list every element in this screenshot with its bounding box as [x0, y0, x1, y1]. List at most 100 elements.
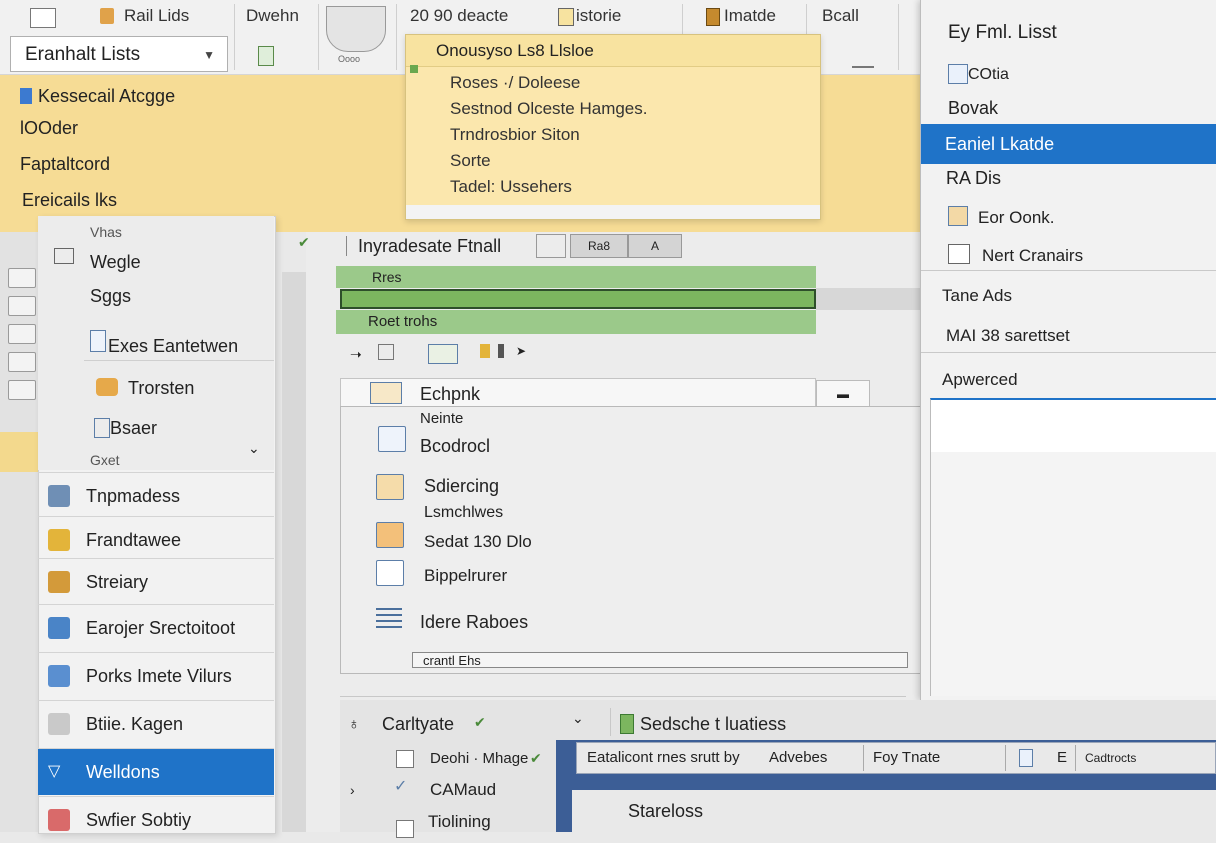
checkbox[interactable] — [396, 820, 414, 838]
list-type-combo-value: Eranhalt Lists — [25, 44, 141, 65]
tool-button-a[interactable]: Ra8 — [570, 234, 628, 258]
ribbon-link-folder[interactable]: lOOder — [20, 118, 78, 139]
right-item[interactable]: RA Dis — [946, 168, 1001, 189]
ribbon-link-kessecail[interactable]: Kessecail Atcgge — [38, 86, 175, 107]
table-icon[interactable] — [30, 8, 56, 28]
dropdown-item[interactable]: Trndrosbior Siton — [450, 125, 580, 145]
ribbon-item-rail-lids[interactable]: Rail Lids — [124, 6, 189, 26]
right-item-selected[interactable]: Eaniel Lkatde — [921, 124, 1216, 164]
ribbon-item-deacte[interactable]: 20 90 deacte — [410, 6, 508, 26]
column-right-label: Sedsche t luatiess — [640, 714, 787, 734]
nav-row[interactable]: Frandtawee — [38, 516, 274, 563]
ribbon-item-bcall[interactable]: Bcall — [822, 6, 859, 26]
right-item[interactable]: COtia — [968, 66, 1009, 84]
nav-item[interactable]: Sggs — [90, 286, 131, 307]
dialog-tab[interactable]: Eatalicont rnes srutt by — [587, 743, 740, 773]
ribbon-item-imatde[interactable]: Imatde — [724, 6, 776, 26]
document-icon[interactable] — [1019, 749, 1033, 767]
template-icon — [48, 485, 70, 507]
list-item[interactable]: Idere Raboes — [420, 612, 528, 633]
filter-icon: ▽ — [48, 763, 61, 780]
nav-row-selected[interactable]: ▽ Welldons — [38, 748, 274, 795]
dropdown-item[interactable]: Roses ·/ Doleese — [450, 73, 580, 93]
scrollbar[interactable] — [282, 272, 306, 832]
sheet-icon[interactable] — [258, 46, 274, 66]
rail-table-icon[interactable] — [8, 296, 36, 316]
dropdown-item[interactable]: Sorte — [450, 151, 491, 171]
chevron-down-icon[interactable]: ⌄ — [248, 440, 260, 457]
check-icon: ✓ — [394, 778, 408, 795]
divider — [921, 352, 1216, 353]
list-item[interactable]: Bcodrocl — [420, 436, 490, 457]
panel-icon[interactable] — [428, 344, 458, 364]
list-item[interactable]: Lsmchlwes — [424, 504, 503, 522]
square-icon[interactable] — [378, 344, 394, 360]
right-item[interactable]: Bovak — [948, 98, 998, 119]
green-marker-icon — [410, 65, 418, 73]
ribbon-divider — [318, 4, 319, 70]
clipboard-icon — [706, 8, 720, 26]
tag-icon[interactable] — [480, 344, 490, 358]
right-item[interactable]: Eor Oonk. — [978, 208, 1055, 228]
rail-window-icon[interactable] — [8, 268, 36, 288]
nav-row[interactable]: Porks Imete Vilurs — [38, 652, 274, 699]
nav-row[interactable]: Tnpmadess — [38, 472, 274, 519]
shield-icon — [48, 809, 70, 831]
divider — [921, 270, 1216, 271]
rail-highlight[interactable] — [0, 432, 38, 472]
pen-icon[interactable] — [852, 44, 874, 68]
nav-row[interactable]: Earojer Srectoitoot — [38, 604, 274, 651]
list-item[interactable]: Bippelrurer — [424, 566, 507, 586]
dropdown-header[interactable]: Onousyso Ls8 Llsloe — [406, 35, 820, 67]
right-item[interactable]: Nert Cranairs — [982, 246, 1083, 266]
nav-row[interactable]: Streiary — [38, 558, 274, 605]
list-item[interactable]: Sedat 130 Dlo — [424, 532, 532, 552]
tool-button-b[interactable]: A — [628, 234, 682, 258]
chevron-right-icon[interactable]: › — [350, 782, 355, 798]
dropdown-item[interactable]: Tadel: Ussehers — [450, 177, 572, 197]
dialog-tab[interactable]: Advebes — [769, 743, 827, 773]
rail-grid-icon[interactable] — [8, 352, 36, 372]
ribbon-item-dwehn[interactable]: Dwehn — [246, 6, 299, 26]
right-item[interactable]: MAI 38 sarettset — [946, 326, 1070, 346]
dialog-tab[interactable]: E — [1057, 743, 1067, 773]
checkbox[interactable] — [396, 750, 414, 768]
highlight-footer: Roet trohs — [336, 310, 816, 334]
pin-icon[interactable] — [498, 344, 504, 358]
dropdown-item[interactable]: Sestnod Olceste Hamges. — [450, 99, 647, 119]
sort-button[interactable]: ▬ — [816, 380, 870, 408]
divider — [1075, 745, 1076, 771]
nav-item[interactable]: Trorsten — [128, 378, 194, 399]
tool-icon[interactable] — [536, 234, 566, 258]
nav-section-label: Vhas — [90, 224, 122, 240]
list-item[interactable]: Sdiercing — [424, 476, 499, 497]
nav-item[interactable]: Bsaer — [110, 418, 157, 439]
list-icon — [100, 8, 114, 24]
arrow-icon[interactable]: ➤ — [516, 344, 526, 358]
document-icon — [90, 330, 106, 352]
right-item[interactable]: Tane Ads — [942, 286, 1012, 306]
list-header: Echpnk — [420, 384, 481, 404]
footer-field[interactable]: crantl Ehs — [412, 652, 908, 668]
ribbon-link-ereicails[interactable]: Ereicails lks — [22, 190, 117, 211]
highlight-input[interactable] — [340, 289, 816, 309]
nav-row[interactable]: Swfier Sobtiy — [38, 796, 274, 843]
shape-gallery-icon[interactable] — [326, 6, 386, 52]
chevron-down-icon[interactable]: ⌄ — [572, 710, 584, 727]
dialog-tab[interactable]: Cadtrocts — [1085, 743, 1136, 773]
list-type-combo[interactable]: Eranhalt Lists ▼ — [10, 36, 228, 72]
divider — [340, 696, 906, 697]
nav-item[interactable]: Wegle — [90, 252, 141, 273]
notes-icon — [48, 571, 70, 593]
advanced-input[interactable] — [930, 398, 1216, 454]
calendar-icon — [948, 206, 968, 226]
ribbon-link-faptaltcord[interactable]: Faptaltcord — [20, 154, 110, 175]
dialog-tab[interactable]: Foy Tnate — [873, 743, 940, 773]
arrow-icon[interactable]: ➝ — [350, 346, 362, 363]
ribbon-item-istorie[interactable]: istorie — [576, 6, 621, 26]
nav-row[interactable]: Btiie. Kagen — [38, 700, 274, 747]
rail-list-icon[interactable] — [8, 324, 36, 344]
ribbon-divider — [234, 4, 235, 70]
rail-card-icon[interactable] — [8, 380, 36, 400]
nav-item[interactable]: Exes Eantetwen — [108, 336, 238, 357]
